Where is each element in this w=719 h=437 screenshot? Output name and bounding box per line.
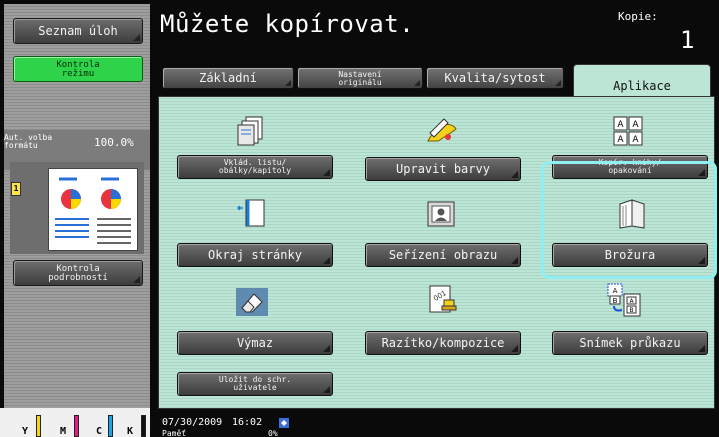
toner-label-m: M [60,426,67,437]
tab-applications[interactable]: Aplikace [573,64,711,100]
svg-text:A: A [617,135,624,145]
image-adjust-icon [426,198,458,230]
save-to-box-button[interactable]: Uložit do schr. uživatele [177,372,333,396]
edit-color-button[interactable]: Upravit barvy [365,157,521,181]
svg-text:A: A [632,135,639,145]
toner-label-y: Y [22,426,29,437]
task-list-button[interactable]: Seznam úloh [13,18,143,44]
detail-check-button[interactable]: Kontrola podrobností [13,260,143,286]
book-copy-icon: A A A A [612,115,644,147]
toner-bar-c [108,415,113,437]
image-adjust-button[interactable]: Seřízení obrazu [365,243,521,267]
copies-value: 1 [680,26,695,54]
mode-check-button[interactable]: Kontrola režimu [13,56,143,82]
page-title: Můžete kopírovat. [160,10,415,38]
svg-text:B: B [629,307,633,314]
erase-icon [236,284,268,316]
insert-sheet-icon [236,115,268,147]
zoom-label: Aut. volba formátu [4,133,53,150]
tab-original-settings[interactable]: Nastavení originálu [297,67,423,89]
selected-highlight [541,161,717,279]
svg-text:B: B [613,297,618,305]
tab-basic[interactable]: Základní [162,67,294,89]
card-shot-button[interactable]: Snímek průkazu [552,331,708,355]
copies-label: Kopie: [618,10,658,23]
erase-button[interactable]: Výmaz [177,331,333,355]
preview-document [48,168,138,251]
memory-value: 0% [268,429,278,437]
svg-text:A: A [632,120,639,130]
svg-text:A: A [613,287,618,295]
toner-label-k: K [127,426,134,437]
stamp-icon: 001 [428,284,460,316]
card-shot-icon: A B A B [606,282,641,317]
insert-sheet-button[interactable]: Vklád. listu/ obálky/kapitoly [177,155,333,179]
preview-chart-icon [55,177,131,244]
memory-label: Paměť [162,429,187,437]
toner-bar-y [36,415,41,437]
tab-quality[interactable]: Kvalita/sytost [426,67,564,89]
page-margin-button[interactable]: Okraj stránky [177,243,333,267]
copier-screen: Seznam úloh Kontrola režimu Aut. volba f… [0,0,719,437]
stamp-button[interactable]: Razítko/kompozice [365,331,521,355]
toner-bar-m [74,415,79,437]
svg-text:A: A [617,120,624,130]
zoom-value: 100.0% [94,136,134,149]
original-count-icon: 1 [11,182,21,196]
network-icon [278,414,290,428]
toner-label-c: C [96,426,103,437]
toner-bar-k [141,415,146,437]
page-margin-icon [236,198,268,230]
status-date: 07/30/2009 [162,417,223,428]
status-time: 16:02 [232,417,263,428]
edit-color-icon [424,115,457,147]
